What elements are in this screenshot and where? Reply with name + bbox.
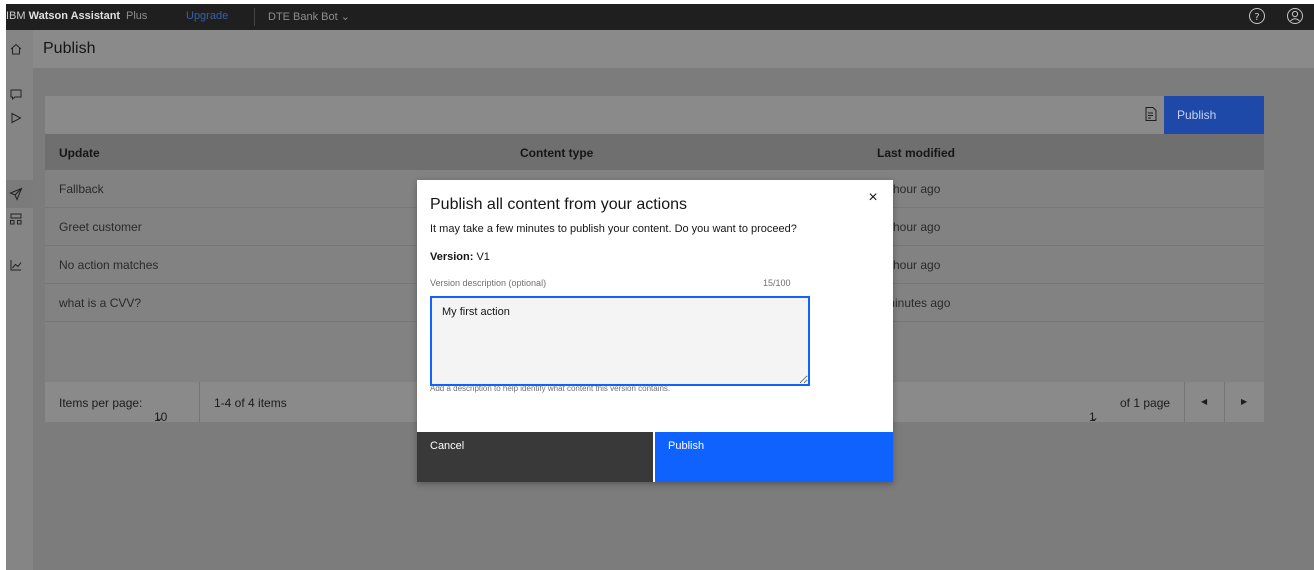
publish-button[interactable]: Publish [1164,96,1264,134]
divider [1184,382,1185,422]
home-icon[interactable] [9,42,23,56]
upgrade-link[interactable]: Upgrade [186,10,228,22]
character-count: 15/100 [763,278,791,288]
page-header: Publish [33,30,1314,68]
user-icon[interactable] [1286,7,1304,25]
svg-text:?: ? [1254,12,1259,23]
items-per-page-label: Items per page: [59,396,143,410]
divider [1224,382,1225,422]
cell-update: Greet customer [59,220,142,234]
app-frame: IBM Watson Assistant Plus Upgrade DTE Ba… [0,0,1314,570]
bot-name: DTE Bank Bot [268,11,338,23]
cell-update: Fallback [59,182,104,196]
cell-update: what is a CVV? [59,296,142,310]
modal-footer: Cancel Publish [417,432,893,482]
play-icon[interactable] [9,111,23,125]
divider [199,382,200,422]
bot-switcher[interactable]: DTE Bank Bot ⌄ [268,10,350,23]
version-info: Version: V1 [430,251,490,263]
modal-title: Publish all content from your actions [430,196,688,213]
brand-name: Watson Assistant [28,10,121,22]
page-title: Publish [43,40,96,57]
document-export-icon[interactable] [1144,106,1158,122]
divider [254,8,255,26]
chevron-down-icon: ⌄ [340,11,350,23]
cell-last-modified: hour ago [893,182,941,196]
chevron-down-icon: ⌄ [154,410,165,424]
product-name[interactable]: IBM Watson Assistant [6,10,120,22]
item-range: 1-4 of 4 items [214,396,287,410]
column-header-content-type[interactable]: Content type [520,146,593,160]
description-label: Version description (optional) [430,278,547,288]
sidebar [6,30,33,570]
publish-icon[interactable] [9,187,23,201]
top-bar: IBM Watson Assistant Plus Upgrade DTE Ba… [6,4,1314,30]
analytics-icon[interactable] [9,258,23,272]
cell-last-modified: hour ago [893,258,941,272]
close-icon[interactable]: × [865,190,881,206]
chevron-down-icon: ⌄ [1089,410,1100,424]
helper-text: Add a description to help identify what … [430,384,671,393]
page-count: of 1 page [1120,396,1171,410]
help-icon[interactable]: ? [1248,7,1266,25]
next-page-icon[interactable]: ▶ [1241,397,1247,406]
previous-page-icon[interactable]: ◀ [1201,397,1207,406]
table-header: Update Content type Last modified [45,134,1264,170]
cell-last-modified: minutes ago [885,296,951,310]
environments-icon[interactable] [9,212,23,226]
plan-label: Plus [126,10,148,22]
brand-prefix: IBM [6,10,26,22]
column-header-last-modified[interactable]: Last modified [877,146,955,160]
confirm-publish-button[interactable]: Publish [655,432,893,482]
chat-icon[interactable] [9,87,23,101]
cancel-button[interactable]: Cancel [417,432,653,482]
modal-body-text: It may take a few minutes to publish you… [430,223,797,235]
version-value: V1 [476,251,490,263]
version-description-input[interactable]: My first action [430,296,810,386]
cell-update: No action matches [59,258,159,272]
table-toolbar: Publish [45,96,1264,134]
version-label: Version: [430,251,474,263]
cell-last-modified: hour ago [893,220,941,234]
publish-modal: Publish all content from your actions × … [417,180,893,482]
column-header-update[interactable]: Update [59,146,100,160]
